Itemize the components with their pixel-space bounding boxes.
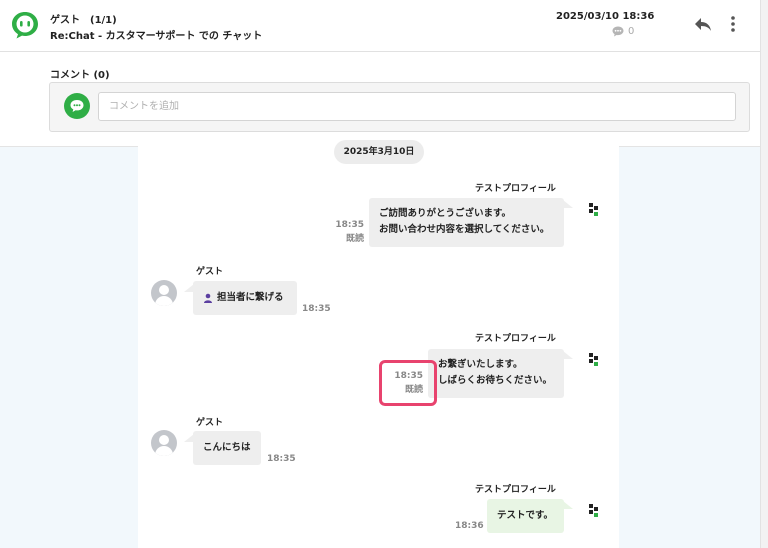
person-icon: [204, 293, 212, 303]
message-line: お繋ぎいたします。: [438, 359, 523, 370]
profile-logo-icon: [589, 353, 598, 366]
comment-count: 0: [612, 26, 634, 37]
message-line: ご訪問ありがとうございます。: [379, 208, 512, 219]
comment-avatar: [64, 93, 90, 119]
comment-section: コメント (0): [0, 52, 760, 146]
bubble-tail: [563, 200, 573, 208]
chat-detail-page: ゲスト (1/1) Re:Chat - カスタマーサポート での チャット 20…: [0, 0, 768, 548]
message-time: 18:35: [335, 220, 364, 230]
message-text: 担当者に繋げる: [217, 292, 284, 303]
message-bubble: こんにちは: [193, 431, 261, 465]
conversation-timestamp: 2025/03/10 18:36: [556, 11, 655, 22]
profile-logo-icon: [589, 504, 598, 517]
message-text: こんにちは: [203, 442, 251, 453]
conversation-subtitle: Re:Chat - カスタマーサポート での チャット: [50, 31, 263, 42]
message-sender: テストプロフィール: [475, 184, 556, 194]
scrollbar[interactable]: [760, 0, 768, 548]
message-line: しばらくお待ちください。: [438, 375, 553, 386]
message-bubble: テストです。: [487, 499, 564, 533]
read-status: 既読: [345, 234, 364, 244]
comment-count-value: 0: [628, 26, 635, 37]
profile-logo-icon: [589, 203, 598, 216]
comment-bubble-icon: [612, 26, 624, 37]
message-time: 18:35: [302, 304, 331, 314]
conversation-header: ゲスト (1/1) Re:Chat - カスタマーサポート での チャット 20…: [0, 0, 760, 52]
bubble-tail: [563, 351, 573, 359]
chat-app-icon: [12, 12, 38, 39]
message-bubble: お繋ぎいたします。 しばらくお待ちください。: [428, 349, 564, 398]
message-sender: テストプロフィール: [475, 485, 556, 495]
reply-icon[interactable]: [692, 13, 714, 35]
more-options-icon[interactable]: [726, 13, 740, 35]
comment-label: コメント (0): [50, 70, 110, 81]
message-sender: ゲスト: [196, 267, 224, 277]
bubble-tail: [563, 501, 573, 509]
message-sender: ゲスト: [196, 418, 224, 428]
message-sender: テストプロフィール: [475, 334, 556, 344]
message-bubble: ご訪問ありがとうございます。 お問い合わせ内容を選択してください。: [369, 198, 564, 247]
message-text: テストです。: [497, 510, 554, 521]
speech-bubble-icon: [70, 100, 84, 112]
message-bubble: 担当者に繋げる: [193, 281, 297, 315]
read-status-highlight: [379, 360, 437, 406]
guest-avatar: [151, 430, 177, 456]
comment-input[interactable]: [98, 92, 736, 121]
guest-avatar: [151, 280, 177, 306]
message-line: お問い合わせ内容を選択してください。: [379, 224, 550, 235]
message-meta: 18:35 既読: [330, 218, 364, 246]
message-time: 18:36: [455, 521, 484, 531]
date-divider: 2025年3月10日: [334, 140, 424, 164]
message-time: 18:35: [267, 454, 296, 464]
comment-composer: [49, 82, 750, 132]
conversation-title: ゲスト (1/1): [50, 15, 117, 26]
